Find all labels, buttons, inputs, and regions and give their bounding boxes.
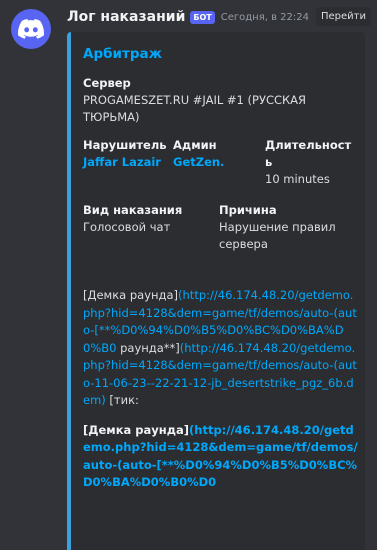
tick-text: [тик: [105, 393, 139, 407]
description-paragraph-2: [Демка раунда](http://46.174.48.20/getde… [83, 422, 358, 492]
embed-title[interactable]: Арбитраж [83, 45, 162, 63]
field-violator: Нарушитель Jaffar Lazair [83, 137, 178, 171]
field-reason-name: Причина [219, 203, 277, 217]
field-duration-value: 10 minutes [265, 172, 330, 186]
field-reason: Причина Нарушение правил сервера [219, 202, 354, 253]
field-server-name: Сервер [83, 76, 131, 90]
field-punishment: Вид наказания Голосовой чат [83, 202, 213, 236]
field-server-value: PROGAMESZET.RU #JAIL #1 (РУССКАЯ ТЮРЬМА) [83, 93, 307, 124]
description-paragraph-1: [Демка раунда](http://46.174.48.20/getde… [83, 287, 358, 410]
discord-logo-icon [18, 19, 44, 39]
field-admin: Админ GetZen. [173, 137, 261, 171]
bot-avatar[interactable] [11, 9, 51, 49]
field-server: Сервер PROGAMESZET.RU #JAIL #1 (РУССКАЯ … [83, 75, 353, 126]
violator-link[interactable]: Jaffar Lazair [83, 154, 178, 171]
demo-round-text: раунда**] [116, 340, 180, 355]
field-violator-name: Нарушитель [83, 138, 167, 152]
author-name[interactable]: Лог наказаний [67, 9, 185, 25]
bot-tag: БОТ [190, 10, 215, 24]
field-punishment-name: Вид наказания [83, 203, 183, 217]
goto-button[interactable]: Перейти [316, 7, 371, 26]
message-header: Лог наказаний БОТ Сегодня, в 22:24 Перей… [67, 7, 371, 27]
field-reason-value: Нарушение правил сервера [219, 220, 336, 251]
demo-label: [Демка раунда] [83, 288, 179, 302]
field-punishment-value: Голосовой чат [83, 220, 171, 234]
punishment-embed: Арбитраж Сервер PROGAMESZET.RU #JAIL #1 … [67, 32, 365, 550]
embed-description: [Демка раунда](http://46.174.48.20/getde… [83, 287, 358, 492]
field-duration: Длительность 10 minutes [265, 137, 353, 188]
demo-label-bold: [Демка раунда] [83, 422, 190, 437]
admin-link[interactable]: GetZen. [173, 154, 261, 171]
field-admin-name: Админ [173, 138, 217, 152]
message-timestamp: Сегодня, в 22:24 [220, 11, 309, 23]
field-duration-name: Длительность [265, 138, 352, 169]
